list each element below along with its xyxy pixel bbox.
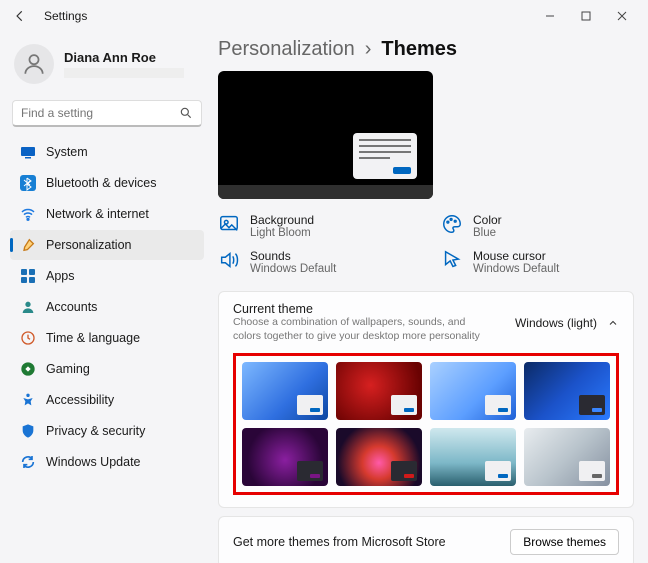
theme-thumbnail[interactable] [336,428,422,486]
nav-apps[interactable]: Apps [10,261,204,291]
theme-thumbnail[interactable] [524,428,610,486]
theme-thumbnail[interactable] [242,362,328,420]
theme-thumbnail[interactable] [430,428,516,486]
search-icon [179,106,193,120]
wifi-icon [20,206,36,222]
breadcrumb-current: Themes [381,38,457,61]
avatar [14,44,54,84]
maximize-button[interactable] [568,0,604,32]
image-icon [218,213,240,235]
cursor-icon [441,249,463,271]
update-icon [20,454,36,470]
current-theme-value: Windows (light) [515,316,597,330]
theme-mini-preview [579,461,605,481]
store-card: Get more themes from Microsoft Store Bro… [218,516,634,563]
nav-network[interactable]: Network & internet [10,199,204,229]
sidebar: Diana Ann Roe System Bluetooth & devices… [0,32,210,563]
nav-accessibility[interactable]: Accessibility [10,385,204,415]
theme-mini-preview [485,395,511,415]
nav-accounts[interactable]: Accounts [10,292,204,322]
nav-system[interactable]: System [10,137,204,167]
gaming-icon [20,361,36,377]
accessibility-icon [20,392,36,408]
theme-mini-preview [391,395,417,415]
browse-themes-button[interactable]: Browse themes [510,529,619,555]
prop-cursor[interactable]: Mouse cursorWindows Default [441,249,634,275]
nav-time[interactable]: Time & language [10,323,204,353]
theme-mini-preview [297,395,323,415]
profile-block[interactable]: Diana Ann Roe [10,36,204,96]
nav-gaming[interactable]: Gaming [10,354,204,384]
breadcrumb-sep: › [365,38,372,61]
nav-privacy[interactable]: Privacy & security [10,416,204,446]
clock-icon [20,330,36,346]
minimize-button[interactable] [532,0,568,32]
breadcrumb: Personalization › Themes [218,38,634,61]
prop-color[interactable]: ColorBlue [441,213,634,239]
preview-window [353,133,417,179]
theme-mini-preview [579,395,605,415]
current-theme-header[interactable]: Current theme Choose a combination of wa… [219,292,633,353]
back-button[interactable] [8,9,32,23]
profile-email-placeholder [64,68,184,78]
current-theme-desc: Choose a combination of wallpapers, soun… [233,316,493,343]
system-icon [20,144,36,160]
theme-mini-preview [485,461,511,481]
store-text: Get more themes from Microsoft Store [233,535,446,549]
sound-icon [218,249,240,271]
paintbrush-icon [20,237,36,253]
search-box[interactable] [12,100,202,127]
close-button[interactable] [604,0,640,32]
theme-thumbnail[interactable] [242,428,328,486]
breadcrumb-parent[interactable]: Personalization [218,38,355,61]
prop-sounds[interactable]: SoundsWindows Default [218,249,411,275]
theme-mini-preview [297,461,323,481]
prop-background[interactable]: BackgroundLight Bloom [218,213,411,239]
titlebar: Settings [0,0,648,32]
theme-mini-preview [391,461,417,481]
window-title: Settings [44,9,87,23]
current-theme-title: Current theme [233,302,493,316]
accounts-icon [20,299,36,315]
theme-thumbnail[interactable] [430,362,516,420]
theme-thumbnail[interactable] [336,362,422,420]
nav-bluetooth[interactable]: Bluetooth & devices [10,168,204,198]
main-content: Personalization › Themes BackgroundLight… [210,32,648,563]
profile-name: Diana Ann Roe [64,50,184,65]
preview-taskbar [218,185,433,199]
palette-icon [441,213,463,235]
current-theme-card: Current theme Choose a combination of wa… [218,291,634,508]
theme-thumbnail[interactable] [524,362,610,420]
search-input[interactable] [21,106,179,120]
apps-icon [20,268,36,284]
nav-personalization[interactable]: Personalization [10,230,204,260]
theme-preview [218,71,433,199]
bluetooth-icon [20,175,36,191]
themes-grid [233,353,619,495]
chevron-up-icon [607,317,619,329]
nav-update[interactable]: Windows Update [10,447,204,477]
shield-icon [20,423,36,439]
